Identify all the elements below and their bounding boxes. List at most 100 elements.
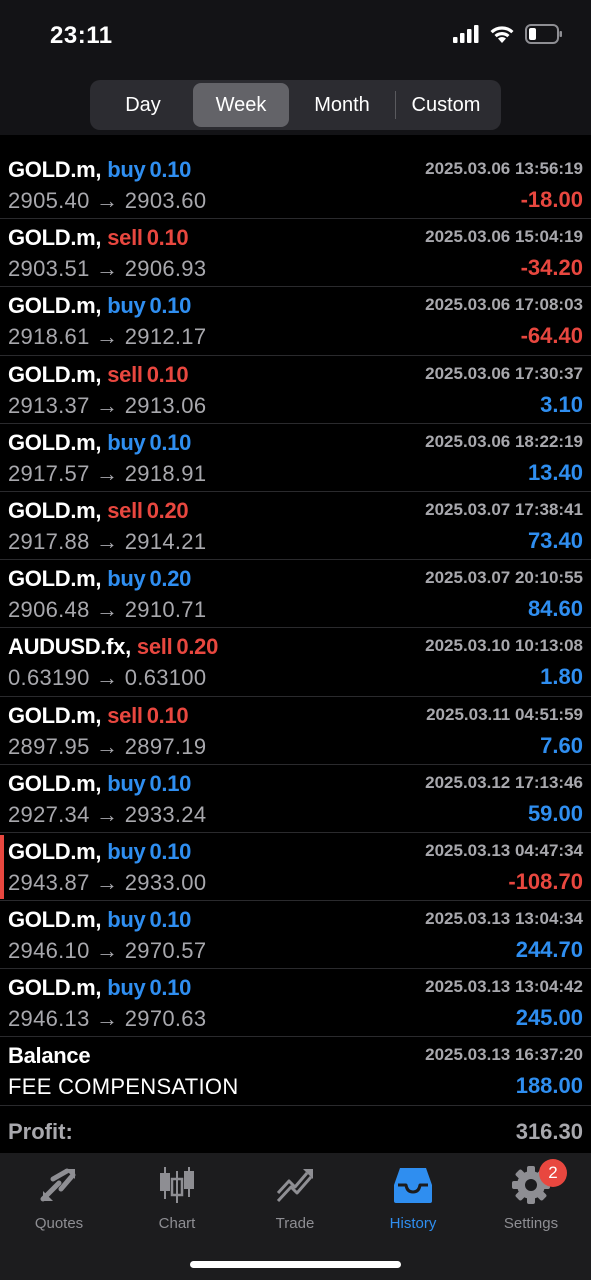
trade-volume: 0.10 [149,907,192,933]
trade-time: 2025.03.06 17:30:37 [425,363,583,383]
close-price: 2918.91 [124,460,207,486]
trade-time: 2025.03.06 15:04:19 [425,227,583,247]
trade-row[interactable]: GOLD.m, buy 0.10 2946.13 → 2970.63 2025.03.1… [0,969,591,1038]
trade-profit: -64.40 [520,323,583,349]
tab-quotes[interactable]: Quotes [0,1163,118,1243]
trade-prices: 2917.88 → 2914.21 [8,529,206,555]
trade-prices: 2943.87 → 2933.00 [8,870,206,896]
trade-row[interactable]: AUDUSD.fx, sell 0.20 0.63190 → 0.63100 2025.… [0,628,591,697]
period-segmented-control: Day Week Month Custom [90,80,501,130]
symbol-name: GOLD.m, [8,361,102,387]
profit-value: 316.30 [515,1119,583,1144]
open-price: 2918.61 [8,324,90,350]
settings-badge: 2 [539,1159,567,1187]
trade-symbol: GOLD.m, sell 0.10 [8,225,189,251]
arrow-right-icon: → [89,869,125,895]
symbol-name: GOLD.m, [8,157,102,182]
trade-profit: 84.60 [527,596,583,622]
trade-volume: 0.20 [146,497,189,523]
history-list[interactable]: 2889.54 → 2900.24 105.70 GOLD.m,buy0.102… [0,135,591,1153]
close-price: 2912.17 [124,324,207,350]
close-price: 2970.57 [124,938,207,964]
trade-row[interactable]: GOLD.m, buy 0.10 2918.61 → 2912.17 2025.03.0… [0,287,591,356]
tab-chart-label: Chart [158,1215,196,1232]
balance-amount: 188.00 [515,1073,583,1099]
open-price: 2906.48 [8,597,90,623]
tab-settings[interactable]: 2 Settings [472,1159,590,1243]
close-price: 2903.60 [124,188,207,213]
trade-symbol: GOLD.m, sell 0.10 [8,702,189,729]
trade-profit: 59.00 [527,800,583,826]
trade-side: buy [107,566,146,592]
symbol-name: GOLD.m, [8,907,102,933]
arrow-right-icon: → [89,938,125,964]
tab-chart[interactable]: Chart [118,1163,236,1243]
trade-time: 2025.03.06 13:56:19 [425,159,583,178]
balance-label: Balance [8,1043,91,1069]
arrow-right-icon: → [89,188,125,213]
trade-row[interactable]: GOLD.m, buy 0.10 2946.10 → 2970.57 2025.03.1… [0,901,591,970]
trade-row[interactable]: GOLD.m, sell 0.10 2913.37 → 2913.06 2025.03.… [0,356,591,424]
arrow-right-icon: → [89,1006,125,1032]
open-price: 2913.37 [8,392,90,418]
close-price: 0.63100 [124,665,207,691]
history-icon [391,1163,435,1207]
trade-row[interactable]: GOLD.m, buy 0.20 2906.48 → 2910.71 2025.03.0… [0,560,591,629]
trade-symbol: GOLD.m, buy 0.10 [8,975,191,1001]
tab-quotes-label: Quotes [34,1215,84,1232]
trade-row[interactable]: GOLD.m, buy 0.10 2905.40 → 2903.60 2025.03.0… [0,151,591,220]
symbol-name: GOLD.m, [8,225,102,251]
balance-row[interactable]: Balance FEE COMPENSATION 2025.03.13 16:37:… [0,1037,591,1106]
arrow-right-icon: → [89,801,125,827]
trade-row[interactable]: GOLD.m, sell 0.20 2917.88 → 2914.21 2025.03.… [0,492,591,561]
trade-symbol: GOLD.m, buy 0.10 [8,839,191,865]
bottom-tab-bar: Quotes Chart Trade History 2 Settings [0,1153,591,1280]
tab-history[interactable]: History [354,1163,472,1243]
trade-prices: 2903.51 → 2906.93 [8,256,206,282]
trade-volume: 0.20 [176,634,219,660]
open-price: 2917.57 [8,460,90,486]
symbol-name: GOLD.m, [8,702,102,728]
trade-row[interactable]: GOLD.m, buy 0.10 2917.57 → 2918.91 2025.03.0… [0,424,591,492]
trade-symbol: GOLD.m, buy 0.10 [8,293,191,319]
period-custom-tab[interactable]: Custom [396,83,496,127]
tab-trade-label: Trade [275,1215,315,1232]
trade-side: buy [107,838,146,864]
tab-trade[interactable]: Trade [236,1163,354,1243]
trade-row[interactable]: GOLD.m, sell 0.10 2897.95 → 2897.19 2025.03.… [0,697,591,765]
trade-volume: 0.10 [146,702,189,728]
trade-time: 2025.03.07 20:10:55 [425,568,583,588]
trade-symbol: GOLD.m, buy 0.10 [8,907,191,933]
trade-volume: 0.10 [146,225,189,251]
chart-icon [155,1163,199,1207]
trade-row[interactable]: GOLD.m, sell 0.10 2903.51 → 2906.93 2025.03.… [0,219,591,288]
open-price: 2946.13 [8,1006,90,1032]
open-price: 2897.95 [8,733,90,759]
period-month-tab[interactable]: Month [289,83,395,127]
trade-symbol: GOLD.m, buy 0.10 [8,430,191,456]
trade-symbol: GOLD.m, buy 0.10 [8,771,191,797]
close-price: 2914.21 [124,528,207,554]
trade-prices: 2918.61 → 2912.17 [8,324,206,350]
symbol-name: AUDUSD.fx, [8,634,131,660]
trade-profit: -18.00 [520,187,583,212]
symbol-name: GOLD.m, [8,497,102,523]
trade-row[interactable]: GOLD.m, buy 0.10 2927.34 → 2933.24 2025.03.1… [0,765,591,833]
balance-comment: FEE COMPENSATION [8,1074,239,1100]
home-indicator [190,1261,401,1268]
trade-side: buy [107,157,146,182]
trade-volume: 0.10 [149,429,192,455]
trade-profit: -34.20 [520,255,583,281]
period-week-tab[interactable]: Week [193,83,289,127]
trade-side: buy [107,975,146,1001]
trade-side: buy [107,770,146,796]
open-price: 2917.88 [8,528,90,554]
trade-rows: GOLD.m, buy 0.10 2905.40 → 2903.60 2025.03.0… [0,151,591,1106]
status-icons [453,24,563,44]
wifi-icon [490,26,514,43]
trade-row[interactable]: GOLD.m, buy 0.10 2943.87 → 2933.00 2025.03.1… [0,833,591,902]
profit-label: Profit: [8,1119,73,1144]
period-day-tab[interactable]: Day [93,83,193,127]
trade-volume: 0.10 [149,770,192,796]
trade-volume: 0.20 [149,566,192,592]
